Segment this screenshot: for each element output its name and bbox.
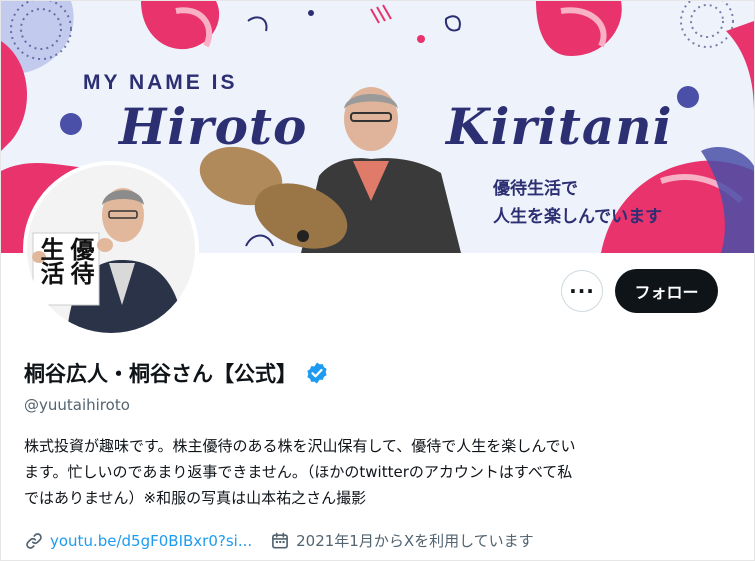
joined-date-text: 2021年1月からXを利用しています	[296, 532, 534, 550]
bio-line: 株式投資が趣味です。株主優待のある株を沢山保有して、優待で人生を楽しんでい	[24, 437, 576, 455]
link-icon	[26, 532, 42, 549]
avatar[interactable]: 優待生活	[23, 161, 199, 337]
banner-tagline-line2: 人生を楽しんでいます	[493, 207, 663, 227]
bio-line: ます。忙しいのであまり返事できません。（ほかのtwitterのアカウントはすべて…	[24, 463, 573, 481]
banner-last-name: Kiritani	[446, 97, 673, 156]
profile-header: MY NAME IS Hiroto Kiritani 優待生活で 人生を楽しんで…	[0, 0, 755, 561]
bio: 株式投資が趣味です。株主優待のある株を沢山保有して、優待で人生を楽しんでい ます…	[24, 433, 724, 511]
profile-link[interactable]: youtu.be/d5gF0BIBxr0?si...	[24, 531, 252, 551]
profile-name-row: 桐谷広人・桐谷さん【公式】	[24, 358, 329, 388]
banner-tagline: 優待生活で 人生を楽しんでいます	[493, 175, 713, 231]
avatar-calligraphy: 優待生活	[36, 237, 95, 285]
more-options-button[interactable]: ···	[561, 270, 603, 312]
banner-first-name: Hiroto	[119, 97, 308, 156]
profile-link-text[interactable]: youtu.be/d5gF0BIBxr0?si...	[50, 532, 252, 550]
banner-intro-text: MY NAME IS	[83, 71, 238, 94]
profile-meta: youtu.be/d5gF0BIBxr0?si... 2021年1月からXを利用…	[24, 530, 534, 551]
verified-badge-icon[interactable]	[305, 361, 329, 385]
display-name: 桐谷広人・桐谷さん【公式】	[24, 362, 297, 386]
banner-tagline-line1: 優待生活で	[493, 179, 578, 199]
joined-date: 2021年1月からXを利用しています	[270, 530, 534, 551]
avatar-photo: 優待生活	[27, 165, 195, 333]
bio-line: ではありません）※和服の写真は山本祐之さん撮影	[24, 489, 367, 507]
calendar-icon	[272, 532, 289, 548]
handle: @yuutaihiroto	[24, 396, 130, 414]
more-icon: ···	[569, 279, 595, 303]
follow-button[interactable]: フォロー	[615, 269, 718, 313]
